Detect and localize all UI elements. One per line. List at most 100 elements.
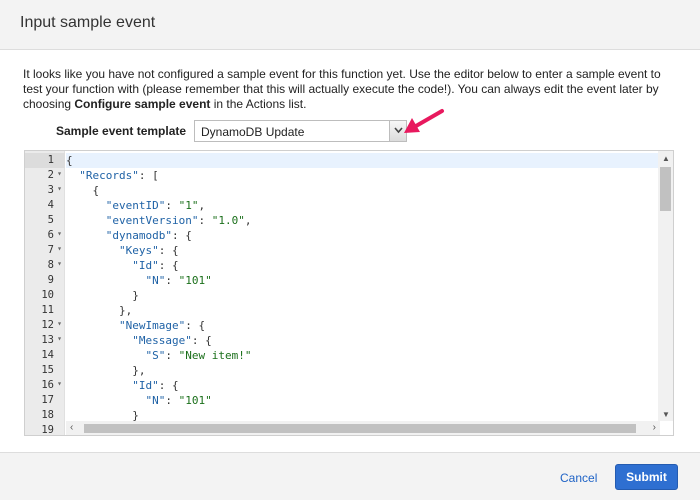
scroll-left-icon[interactable]: ‹ <box>70 422 73 433</box>
code-line[interactable]: }, <box>66 303 660 318</box>
line-number: 12 <box>41 319 54 331</box>
code-line[interactable]: "S": "New item!" <box>66 348 660 363</box>
code-line[interactable]: "Message": { <box>66 333 660 348</box>
code-line[interactable]: "Keys": { <box>66 243 660 258</box>
fold-caret-icon[interactable]: ▾ <box>57 259 62 268</box>
description-outro: in the Actions list. <box>210 97 307 111</box>
json-punct: : { <box>191 334 212 347</box>
fold-caret-icon[interactable]: ▾ <box>57 244 62 253</box>
code-line[interactable]: { <box>66 183 660 198</box>
json-punct: { <box>66 154 73 167</box>
pointer-arrow-shaft <box>414 109 444 128</box>
gutter-row: 15 <box>25 363 65 378</box>
code-line[interactable]: "NewImage": { <box>66 318 660 333</box>
gutter-row: 12 ▾ <box>25 318 65 333</box>
code-line[interactable]: } <box>66 288 660 303</box>
json-key: "Id" <box>132 379 159 392</box>
line-number: 2 <box>47 169 54 181</box>
editor-vertical-scrollbar[interactable]: ▲ ▼ <box>658 151 673 421</box>
pointer-arrow-icon <box>404 109 444 133</box>
fold-caret-icon[interactable]: ▾ <box>57 334 62 343</box>
gutter-row: 1 <box>25 153 65 168</box>
json-punct <box>66 379 132 392</box>
code-line[interactable]: "Id": { <box>66 258 660 273</box>
template-select[interactable]: DynamoDB Update <box>194 120 407 142</box>
line-number: 9 <box>47 274 54 286</box>
line-number: 4 <box>47 199 54 211</box>
gutter-row: 11 <box>25 303 65 318</box>
code-editor[interactable]: 12▾3▾456▾7▾8▾9101112▾13▾141516▾17181920 … <box>24 150 674 436</box>
code-line[interactable]: "dynamodb": { <box>66 228 660 243</box>
scroll-down-icon[interactable]: ▼ <box>662 410 670 419</box>
json-string: "New item!" <box>178 349 252 362</box>
json-string: "1" <box>178 199 199 212</box>
json-punct <box>66 244 119 257</box>
json-punct: : <box>165 394 179 407</box>
json-key: "S" <box>145 349 166 362</box>
vertical-scroll-thumb[interactable] <box>660 167 671 211</box>
json-punct <box>66 349 145 362</box>
line-number: 11 <box>41 304 54 316</box>
line-number: 16 <box>41 379 54 391</box>
json-key: "N" <box>145 394 166 407</box>
fold-caret-icon[interactable]: ▾ <box>57 229 62 238</box>
json-punct: : <box>165 199 179 212</box>
line-number: 17 <box>41 394 54 406</box>
gutter-row: 19 <box>25 423 65 435</box>
code-line[interactable]: "eventID": "1", <box>66 198 660 213</box>
gutter-row: 3 ▾ <box>25 183 65 198</box>
code-line[interactable]: "eventVersion": "1.0", <box>66 213 660 228</box>
modal-footer: Cancel Submit <box>0 452 700 500</box>
scroll-right-icon[interactable]: › <box>653 422 656 433</box>
code-line[interactable]: "Records": [ <box>66 168 660 183</box>
gutter-row: 16 ▾ <box>25 378 65 393</box>
gutter-row: 17 <box>25 393 65 408</box>
json-key: "Id" <box>132 259 159 272</box>
description-bold-action: Configure sample event <box>74 97 211 111</box>
description-text: It looks like you have not configured a … <box>23 67 663 112</box>
code-line[interactable]: { <box>66 153 660 168</box>
json-punct: } <box>66 409 139 421</box>
gutter-row: 9 <box>25 273 65 288</box>
line-number: 15 <box>41 364 54 376</box>
json-punct <box>66 229 106 242</box>
template-select-value: DynamoDB Update <box>201 125 305 139</box>
line-number: 3 <box>47 184 54 196</box>
modal-header: Input sample event <box>0 0 700 50</box>
gutter-row: 7 ▾ <box>25 243 65 258</box>
json-punct: : { <box>158 379 179 392</box>
submit-button[interactable]: Submit <box>615 464 678 490</box>
code-line[interactable]: } <box>66 408 660 421</box>
template-label: Sample event template <box>56 124 187 138</box>
editor-code-area[interactable]: { "Records": [ { "eventID": "1", "eventV… <box>66 151 660 421</box>
json-punct: : [ <box>138 169 159 182</box>
json-key: "N" <box>145 274 166 287</box>
scroll-up-icon[interactable]: ▲ <box>662 154 670 163</box>
fold-caret-icon[interactable]: ▾ <box>57 379 62 388</box>
json-punct <box>66 169 79 182</box>
fold-caret-icon[interactable]: ▾ <box>57 184 62 193</box>
line-number: 5 <box>47 214 54 226</box>
json-punct <box>66 394 145 407</box>
code-line[interactable]: "Id": { <box>66 378 660 393</box>
code-line[interactable]: "N": "101" <box>66 273 660 288</box>
code-line[interactable]: }, <box>66 363 660 378</box>
json-punct: : { <box>158 259 179 272</box>
horizontal-scroll-thumb[interactable] <box>84 424 636 433</box>
json-punct: : { <box>171 229 192 242</box>
json-punct <box>66 319 119 332</box>
line-number: 14 <box>41 349 54 361</box>
gutter-row: 10 <box>25 288 65 303</box>
fold-caret-icon[interactable]: ▾ <box>57 319 62 328</box>
editor-horizontal-scrollbar[interactable]: ‹ › <box>66 421 660 435</box>
json-punct <box>66 259 132 272</box>
line-number: 18 <box>41 409 54 421</box>
line-number: 1 <box>47 154 54 166</box>
fold-caret-icon[interactable]: ▾ <box>57 169 62 178</box>
line-number: 6 <box>47 229 54 241</box>
json-punct <box>66 214 106 227</box>
cancel-button[interactable]: Cancel <box>560 471 597 485</box>
json-punct: : <box>198 214 212 227</box>
gutter-row: 6 ▾ <box>25 228 65 243</box>
code-line[interactable]: "N": "101" <box>66 393 660 408</box>
